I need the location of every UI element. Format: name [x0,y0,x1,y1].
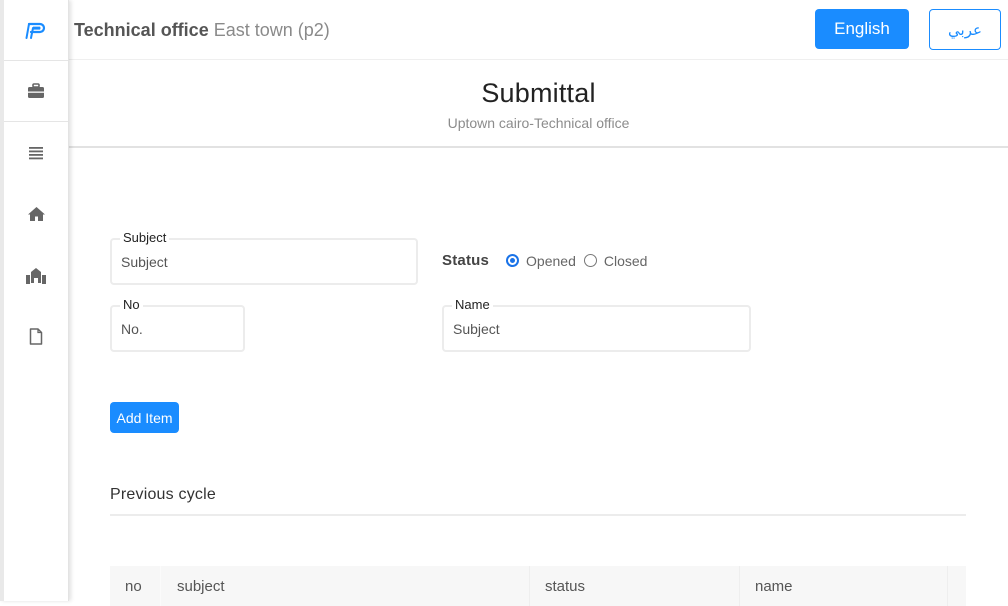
sidebar-divider [4,60,68,61]
top-bar: Technical office East town (p2) English ع… [69,0,1008,60]
previous-cycle-title: Previous cycle [110,486,216,503]
name-field-label: Name [452,297,493,313]
column-header-no[interactable]: no [110,566,160,606]
page-subtitle: Uptown cairo-Technical office [447,115,630,131]
document-icon [29,327,43,345]
subject-field: Subject [110,230,418,285]
sidebar-divider [4,121,68,122]
status-option-label: Closed [603,252,648,269]
page-header: Submittal Uptown cairo-Technical office [69,61,1008,148]
radio-unchecked-icon[interactable] [583,254,597,267]
column-header-name[interactable]: name [739,566,948,606]
add-item-button[interactable]: Add Item [110,402,179,433]
subject-input[interactable] [121,253,407,271]
column-header-status[interactable]: status [529,566,739,606]
list-icon [29,147,43,160]
name-input[interactable] [453,320,740,338]
name-field: Name [442,297,751,352]
project-title: Technical office East town (p2) [74,20,330,41]
radio-checked-icon[interactable] [506,254,520,267]
project-title-location: East town (p2) [213,20,330,40]
subject-field-label: Subject [120,230,170,246]
status-radio-group: Status Opened Closed [442,252,655,269]
english-language-button[interactable]: English [815,9,909,49]
sidebar-item-home[interactable] [4,199,68,229]
briefcase-icon [28,83,44,98]
sidebar-item-briefcase[interactable] [4,76,68,106]
previous-cycle-table-header: no subject status name [110,566,966,606]
column-header-subject[interactable]: subject [160,566,529,606]
status-label: Status [442,252,490,269]
status-option-label: Opened [526,252,576,269]
no-field-label: No [120,297,143,313]
project-title-main: Technical office [74,20,209,40]
page-title: Submittal [481,78,596,108]
sidebar-item-buildings[interactable] [4,260,68,290]
sidebar-item-document[interactable] [4,321,68,351]
section-divider [110,514,966,516]
no-field: No [110,297,245,352]
brand-p-logo-icon [25,22,46,39]
buildings-icon [26,267,46,284]
sidebar [0,0,69,601]
arabic-language-button[interactable]: عربي [929,9,1001,50]
brand-logo[interactable] [4,0,68,61]
status-option-closed[interactable]: Closed [583,252,648,269]
status-option-opened[interactable]: Opened [506,253,576,269]
home-icon [27,207,45,221]
no-input[interactable] [121,320,234,338]
sidebar-item-list[interactable] [4,138,68,168]
